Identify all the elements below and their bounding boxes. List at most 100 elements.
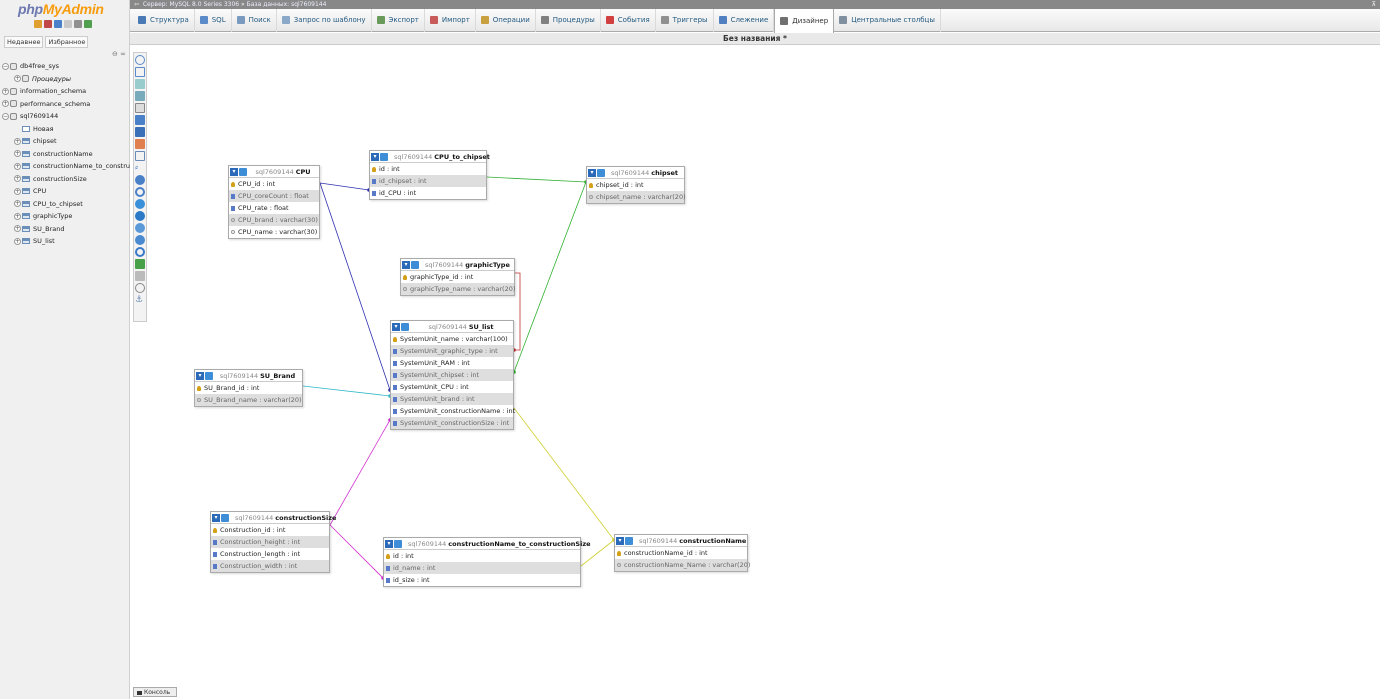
tree-item[interactable]: Новая: [2, 123, 130, 136]
move-menu-icon[interactable]: [135, 283, 145, 293]
select-columns-icon[interactable]: [394, 539, 402, 548]
build-query-icon[interactable]: [135, 271, 145, 281]
table-header[interactable]: ▾ sql7609144 chipset: [587, 167, 684, 179]
toggle-columns-icon[interactable]: ▾: [392, 322, 400, 331]
page-icon[interactable]: [135, 103, 145, 113]
save-icon[interactable]: [135, 115, 145, 125]
tab-menu-item[interactable]: Структура: [133, 8, 195, 32]
reload-icon[interactable]: [135, 187, 145, 197]
table-column[interactable]: SystemUnit_name : varchar(100): [391, 333, 513, 345]
logout-icon[interactable]: [44, 20, 52, 28]
tab-menu-item[interactable]: Процедуры: [536, 8, 601, 32]
tree-item[interactable]: + graphicType: [2, 210, 130, 223]
relation-line[interactable]: [329, 524, 384, 579]
tree-item[interactable]: − db4free_sys: [2, 60, 130, 73]
toggle-columns-icon[interactable]: ▾: [212, 513, 220, 522]
open-page-icon[interactable]: [135, 91, 145, 101]
expand-icon[interactable]: +: [14, 225, 21, 233]
back-arrow-icon[interactable]: ⇦: [134, 1, 139, 8]
expand-icon[interactable]: +: [14, 237, 21, 245]
small-big-icon[interactable]: [135, 235, 145, 245]
select-columns-icon[interactable]: [401, 322, 409, 331]
tree-item[interactable]: + constructionSize: [2, 173, 130, 186]
angular-links-icon[interactable]: [135, 211, 145, 221]
toggle-columns-icon[interactable]: ▾: [196, 371, 204, 380]
table-header[interactable]: ▾ sql7609144 SU_Brand: [195, 370, 302, 382]
expand-icon[interactable]: +: [14, 150, 21, 158]
tab-menu-item[interactable]: Операции: [476, 8, 536, 32]
table-column[interactable]: SU_Brand_name : varchar(20): [195, 394, 302, 406]
table-column[interactable]: Construction_length : int: [211, 548, 329, 560]
phpmyadmin-logo[interactable]: phpMyAdmin: [18, 1, 104, 17]
favorites-tab[interactable]: Избранное: [45, 36, 89, 48]
expand-icon[interactable]: [14, 125, 21, 132]
tab-menu-item[interactable]: События: [601, 8, 656, 32]
expand-icon[interactable]: +: [2, 100, 9, 108]
toggle-columns-icon[interactable]: ▾: [371, 152, 379, 161]
relation-line[interactable]: [513, 407, 615, 541]
table-column[interactable]: SystemUnit_chipset : int: [391, 369, 513, 381]
table-column[interactable]: SystemUnit_CPU : int: [391, 381, 513, 393]
table-column[interactable]: CPU_rate : float: [229, 202, 319, 214]
expand-icon[interactable]: +: [14, 162, 21, 170]
tree-item[interactable]: + chipset: [2, 135, 130, 148]
reload-icon[interactable]: [84, 20, 92, 28]
table-column[interactable]: Construction_height : int: [211, 536, 329, 548]
table-column[interactable]: graphicType_name : varchar(20): [401, 283, 515, 295]
expand-icon[interactable]: +: [2, 87, 9, 95]
table-header[interactable]: ▾ sql7609144 CPU: [229, 166, 319, 178]
table-column[interactable]: CPU_coreCount : float: [229, 190, 319, 202]
delete-page-icon[interactable]: [135, 139, 145, 149]
fit-screen-icon[interactable]: [135, 67, 145, 77]
select-columns-icon[interactable]: [221, 513, 229, 522]
table-header[interactable]: ▾ sql7609144 CPU_to_chipset: [370, 151, 490, 163]
table-column[interactable]: SystemUnit_brand : int: [391, 393, 513, 405]
toggle-columns-icon[interactable]: ▾: [402, 260, 410, 269]
export-schema-icon[interactable]: [135, 259, 145, 269]
table-column[interactable]: constructionName_id : int: [615, 547, 747, 559]
relation-line[interactable]: [319, 182, 370, 191]
expand-icon[interactable]: +: [14, 200, 21, 208]
toggle-columns-icon[interactable]: ▾: [230, 167, 238, 176]
table-column[interactable]: id_size : int: [384, 574, 580, 586]
settings-gear-icon[interactable]: [74, 20, 82, 28]
table-column[interactable]: SystemUnit_constructionName : int: [391, 405, 515, 417]
home-icon[interactable]: [34, 20, 42, 28]
table-column[interactable]: chipset_name : varchar(20): [587, 191, 686, 203]
tree-item[interactable]: + Процедуры: [2, 73, 130, 86]
table-column[interactable]: id : int: [384, 550, 580, 562]
show-all-icon[interactable]: [135, 55, 145, 65]
recent-tab[interactable]: Недавнее: [4, 36, 44, 48]
expand-icon[interactable]: +: [14, 212, 21, 220]
tab-menu-item[interactable]: Дизайнер: [774, 8, 835, 33]
save-as-icon[interactable]: [135, 127, 145, 137]
help-icon[interactable]: [54, 20, 62, 28]
tree-item[interactable]: − sql7609144: [2, 110, 130, 123]
expand-icon[interactable]: +: [14, 75, 21, 83]
relation-line[interactable]: [513, 181, 587, 373]
table-column[interactable]: SystemUnit_constructionSize : int: [391, 417, 513, 429]
snap-grid-icon[interactable]: [135, 223, 145, 233]
select-columns-icon[interactable]: [411, 260, 419, 269]
tree-item[interactable]: + SU_list: [2, 235, 130, 248]
expand-icon[interactable]: +: [14, 175, 21, 183]
tree-item[interactable]: + SU_Brand: [2, 223, 130, 236]
table-header[interactable]: ▾ sql7609144 SU_list: [391, 321, 513, 333]
tab-menu-item[interactable]: Запрос по шаблону: [277, 8, 372, 32]
collapse-all-icon[interactable]: ⊖ ∞: [112, 50, 126, 58]
server-link[interactable]: Сервер: MySQL 8.0 Series 3306: [143, 1, 239, 8]
table-column[interactable]: SystemUnit_graphic_type : int: [391, 345, 513, 357]
table-column[interactable]: CPU_name : varchar(30): [229, 226, 319, 238]
toggle-columns-icon[interactable]: ▾: [616, 536, 624, 545]
tab-menu-item[interactable]: Поиск: [232, 8, 277, 32]
relation-line[interactable]: [302, 385, 391, 397]
table-cpu-to-chipset[interactable]: ▾ sql7609144 CPU_to_chipset id : int id_chip…: [369, 150, 490, 200]
tree-item[interactable]: + CPU_to_chipset: [2, 198, 130, 211]
table-column[interactable]: SystemUnit_RAM : int: [391, 357, 513, 369]
table-column[interactable]: Construction_id : int: [211, 524, 329, 536]
relation-line[interactable]: [486, 176, 587, 183]
table-cpu[interactable]: ▾ sql7609144 CPU CPU_id : int CPU_coreCount …: [228, 165, 320, 239]
tab-menu-item[interactable]: Триггеры: [656, 8, 714, 32]
help-icon[interactable]: [135, 199, 145, 209]
tab-menu-item[interactable]: Импорт: [425, 8, 476, 32]
